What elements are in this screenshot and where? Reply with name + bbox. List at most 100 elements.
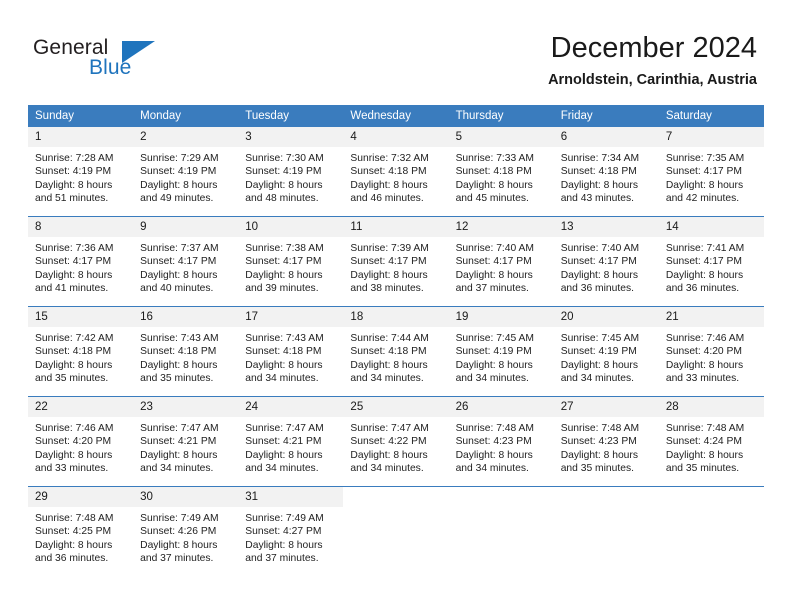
day-number: 29 [28,487,134,507]
calendar-day-cell[interactable]: 15 Sunrise: 7:42 AM Sunset: 4:18 PM Dayligh… [28,306,134,397]
day-daylight-1-text: Daylight: 8 hours [350,269,428,281]
calendar-day-cell[interactable]: 16 Sunrise: 7:43 AM Sunset: 4:18 PM Dayligh… [133,306,239,397]
day-daylight-2-text: and 34 minutes. [350,373,424,385]
day-sunset-text: Sunset: 4:21 PM [140,436,217,448]
calendar-day-cell[interactable]: 24 Sunrise: 7:47 AM Sunset: 4:21 PM Dayligh… [238,396,344,487]
day-details: Sunrise: 7:47 AM Sunset: 4:22 PM Daylight:… [343,417,448,476]
day-sunset-text: Sunset: 4:21 PM [245,436,322,448]
day-details: Sunrise: 7:44 AM Sunset: 4:18 PM Daylight:… [343,327,448,386]
day-number: 21 [658,307,764,327]
calendar-day-cell[interactable]: 29 Sunrise: 7:48 AM Sunset: 4:25 PM Dayligh… [28,486,134,576]
day-daylight-2-text: and 35 minutes. [35,373,109,385]
day-daylight-2-text: and 34 minutes. [245,463,319,475]
day-sunset-text: Sunset: 4:27 PM [245,526,322,538]
calendar-day-cell[interactable]: 21 Sunrise: 7:46 AM Sunset: 4:20 PM Dayligh… [658,306,764,397]
calendar-day-cell[interactable]: 14 Sunrise: 7:41 AM Sunset: 4:17 PM Dayligh… [658,216,764,307]
day-daylight-2-text: and 35 minutes. [560,463,634,475]
day-sunset-text: Sunset: 4:18 PM [350,346,427,358]
day-daylight-1-text: Daylight: 8 hours [665,449,744,461]
day-number: 13 [553,217,659,237]
calendar-day-cell[interactable]: 1 Sunrise: 7:28 AM Sunset: 4:19 PM Daylight… [28,127,134,217]
day-sunrise-text: Sunrise: 7:30 AM [245,153,324,164]
day-daylight-2-text: and 40 minutes. [140,283,214,295]
day-sunrise-text: Sunrise: 7:47 AM [350,423,429,434]
day-details: Sunrise: 7:48 AM Sunset: 4:25 PM Daylight:… [28,507,133,566]
day-sunrise-text: Sunrise: 7:41 AM [665,243,745,254]
calendar-day-cell[interactable]: 19 Sunrise: 7:45 AM Sunset: 4:19 PM Dayligh… [448,306,554,397]
day-sunrise-text: Sunrise: 7:48 AM [455,423,534,434]
day-number: 8 [28,217,134,237]
day-number: 30 [133,487,239,507]
day-details: Sunrise: 7:45 AM Sunset: 4:19 PM Daylight:… [554,327,659,386]
calendar-day-cell[interactable]: 11 Sunrise: 7:39 AM Sunset: 4:17 PM Dayligh… [343,216,449,307]
day-daylight-1-text: Daylight: 8 hours [140,179,218,191]
day-details: Sunrise: 7:42 AM Sunset: 4:18 PM Daylight:… [28,327,133,386]
brand-logo[interactable]: General Blue [33,36,233,86]
day-number: 24 [238,397,344,417]
calendar-day-cell[interactable]: 18 Sunrise: 7:44 AM Sunset: 4:18 PM Dayligh… [343,306,449,397]
day-daylight-2-text: and 41 minutes. [35,283,109,295]
calendar-day-cell[interactable]: 13 Sunrise: 7:40 AM Sunset: 4:17 PM Dayligh… [553,216,659,307]
calendar-day-cell[interactable]: 23 Sunrise: 7:47 AM Sunset: 4:21 PM Dayligh… [133,396,239,487]
calendar-day-cell-empty [658,486,764,576]
day-number: 31 [238,487,344,507]
day-daylight-1-text: Daylight: 8 hours [245,359,323,371]
calendar-day-cell[interactable]: 26 Sunrise: 7:48 AM Sunset: 4:23 PM Dayligh… [448,396,554,487]
day-details: Sunrise: 7:43 AM Sunset: 4:18 PM Daylight:… [238,327,343,386]
calendar-day-cell[interactable]: 31 Sunrise: 7:49 AM Sunset: 4:27 PM Dayligh… [238,486,344,576]
calendar-day-cell[interactable]: 17 Sunrise: 7:43 AM Sunset: 4:18 PM Dayligh… [238,306,344,397]
calendar-day-cell[interactable]: 3 Sunrise: 7:30 AM Sunset: 4:19 PM Daylight… [238,127,344,217]
day-sunset-text: Sunset: 4:17 PM [350,256,427,268]
day-number: 9 [133,217,239,237]
day-sunset-text: Sunset: 4:22 PM [350,436,427,448]
calendar-day-cell[interactable]: 28 Sunrise: 7:48 AM Sunset: 4:24 PM Dayligh… [658,396,764,487]
day-daylight-2-text: and 34 minutes. [455,463,529,475]
day-details: Sunrise: 7:36 AM Sunset: 4:17 PM Daylight:… [28,237,133,296]
day-number: 16 [133,307,239,327]
day-sunset-text: Sunset: 4:19 PM [560,346,637,358]
calendar-day-cell[interactable]: 30 Sunrise: 7:49 AM Sunset: 4:26 PM Dayligh… [133,486,239,576]
day-number [448,487,554,507]
day-number: 6 [553,127,659,147]
day-sunset-text: Sunset: 4:17 PM [455,256,532,268]
day-daylight-1-text: Daylight: 8 hours [455,449,533,461]
calendar-day-cell[interactable]: 25 Sunrise: 7:47 AM Sunset: 4:22 PM Dayligh… [343,396,449,487]
day-daylight-2-text: and 45 minutes. [455,193,529,205]
day-sunset-text: Sunset: 4:20 PM [665,346,742,358]
day-number [343,487,449,507]
calendar-day-cell[interactable]: 2 Sunrise: 7:29 AM Sunset: 4:19 PM Daylight… [133,127,239,217]
day-sunrise-text: Sunrise: 7:49 AM [245,513,324,524]
calendar-day-cell[interactable]: 10 Sunrise: 7:38 AM Sunset: 4:17 PM Dayligh… [238,216,344,307]
day-number: 7 [658,127,764,147]
day-daylight-1-text: Daylight: 8 hours [665,179,744,191]
day-daylight-1-text: Daylight: 8 hours [245,449,323,461]
day-number: 5 [448,127,554,147]
day-number [553,487,659,507]
day-daylight-1-text: Daylight: 8 hours [665,269,744,281]
calendar-day-cell[interactable]: 6 Sunrise: 7:34 AM Sunset: 4:18 PM Daylight… [553,127,659,217]
day-daylight-2-text: and 42 minutes. [665,193,740,205]
weekday-header-saturday: Saturday [658,105,764,127]
day-sunset-text: Sunset: 4:24 PM [665,436,742,448]
calendar-day-cell[interactable]: 4 Sunrise: 7:32 AM Sunset: 4:18 PM Daylight… [343,127,449,217]
calendar-day-cell[interactable]: 5 Sunrise: 7:33 AM Sunset: 4:18 PM Daylight… [448,127,554,217]
day-number: 23 [133,397,239,417]
day-number: 27 [553,397,659,417]
day-details: Sunrise: 7:40 AM Sunset: 4:17 PM Daylight:… [449,237,554,296]
day-sunset-text: Sunset: 4:19 PM [140,166,217,178]
calendar-day-cell[interactable]: 20 Sunrise: 7:45 AM Sunset: 4:19 PM Dayligh… [553,306,659,397]
day-sunrise-text: Sunrise: 7:43 AM [245,333,324,344]
day-sunrise-text: Sunrise: 7:39 AM [350,243,429,254]
calendar-day-cell[interactable]: 8 Sunrise: 7:36 AM Sunset: 4:17 PM Daylight… [28,216,134,307]
calendar-day-cell[interactable]: 9 Sunrise: 7:37 AM Sunset: 4:17 PM Daylight… [133,216,239,307]
calendar-day-cell[interactable]: 7 Sunrise: 7:35 AM Sunset: 4:17 PM Daylight… [658,127,764,217]
day-daylight-2-text: and 35 minutes. [665,463,740,475]
day-details: Sunrise: 7:49 AM Sunset: 4:26 PM Daylight:… [133,507,238,566]
calendar-day-cell[interactable]: 22 Sunrise: 7:46 AM Sunset: 4:20 PM Dayligh… [28,396,134,487]
day-daylight-1-text: Daylight: 8 hours [35,449,113,461]
calendar-table: Sunday Monday Tuesday Wednesday Thursday… [28,105,764,576]
day-daylight-1-text: Daylight: 8 hours [350,179,428,191]
calendar-day-cell[interactable]: 12 Sunrise: 7:40 AM Sunset: 4:17 PM Dayligh… [448,216,554,307]
calendar-day-cell[interactable]: 27 Sunrise: 7:48 AM Sunset: 4:23 PM Dayligh… [553,396,659,487]
day-daylight-1-text: Daylight: 8 hours [455,359,533,371]
